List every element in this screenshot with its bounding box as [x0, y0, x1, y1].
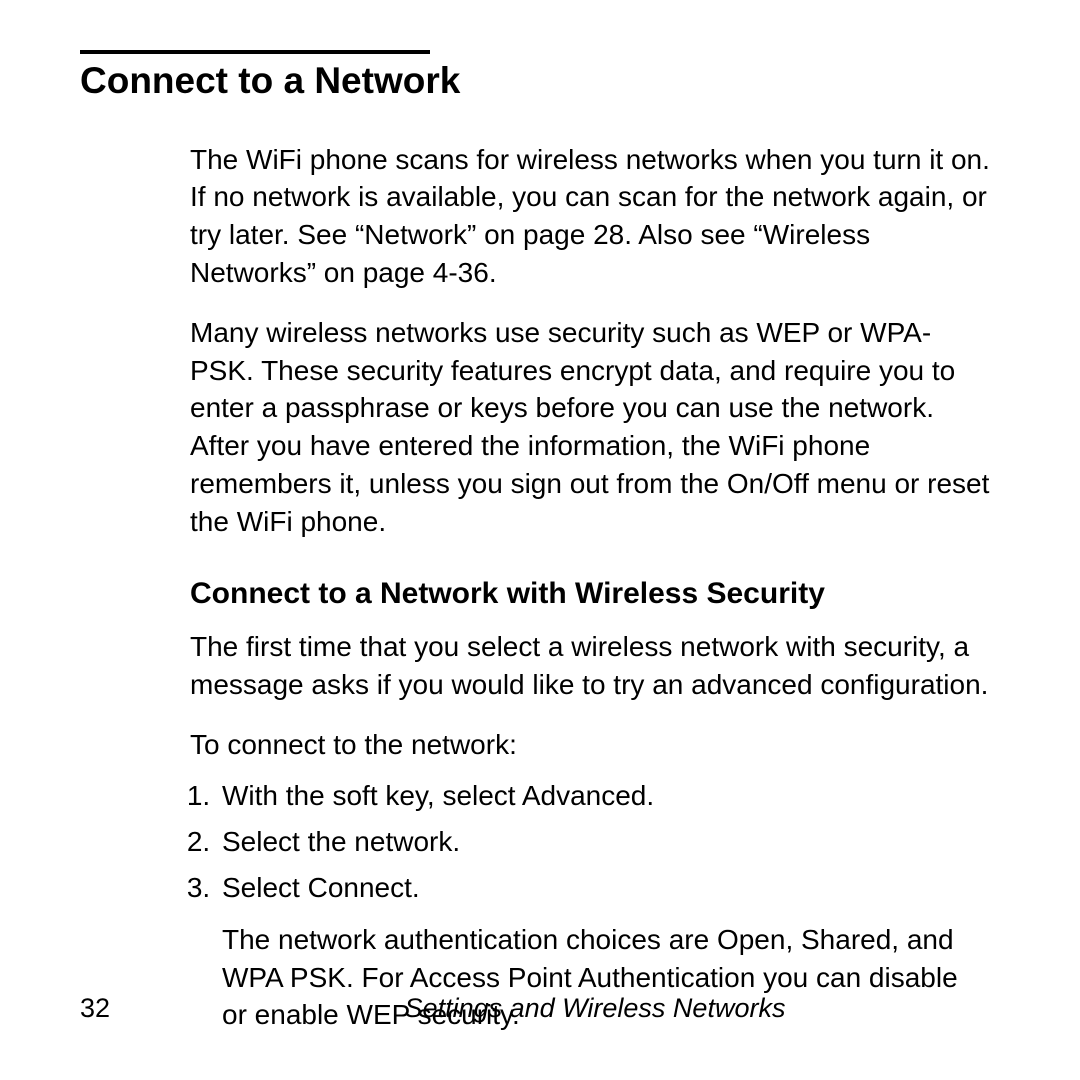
- chapter-title: Settings and Wireless Networks: [190, 993, 1000, 1024]
- intro-paragraph-1: The WiFi phone scans for wireless networ…: [190, 141, 990, 292]
- subsection-heading: Connect to a Network with Wireless Secur…: [190, 575, 990, 613]
- step-item: Select Connect.: [218, 869, 990, 907]
- heading-rule: [80, 50, 430, 54]
- document-page: Connect to a Network The WiFi phone scan…: [0, 0, 1080, 1080]
- procedure-lead: To connect to the network:: [190, 726, 990, 764]
- page-number: 32: [80, 993, 190, 1024]
- intro-paragraph-2: Many wireless networks use security such…: [190, 314, 990, 541]
- section-heading: Connect to a Network: [80, 60, 1000, 103]
- step-item: With the soft key, select Advanced.: [218, 777, 990, 815]
- body-content: The WiFi phone scans for wireless networ…: [190, 141, 990, 1035]
- subsection-intro: The first time that you select a wireles…: [190, 628, 990, 704]
- procedure-steps: With the soft key, select Advanced. Sele…: [190, 777, 990, 906]
- step-item: Select the network.: [218, 823, 990, 861]
- page-footer: 32 Settings and Wireless Networks: [80, 993, 1000, 1024]
